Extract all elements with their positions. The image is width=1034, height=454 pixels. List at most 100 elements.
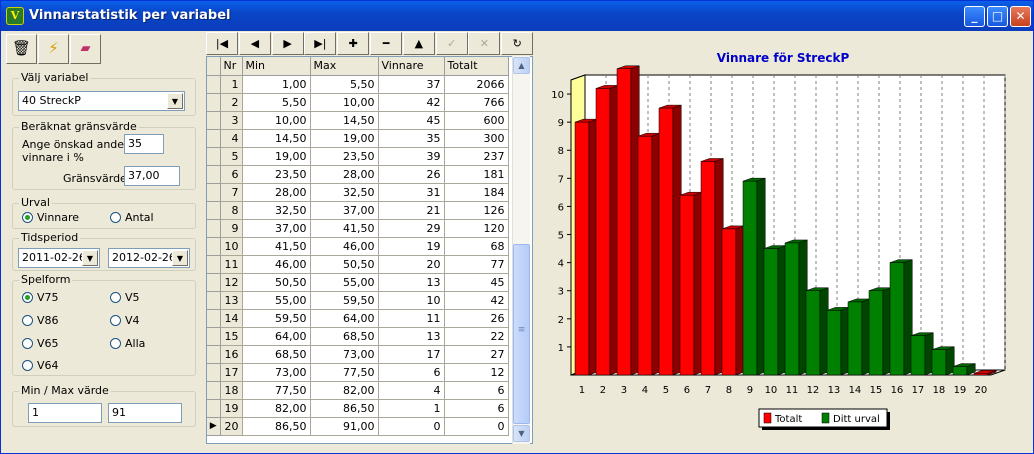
table-cell[interactable]: 2066 xyxy=(444,75,509,94)
row-indicator[interactable] xyxy=(207,75,221,94)
table-row[interactable]: 12 50,50 55,00 13 45 xyxy=(207,273,509,292)
lightning-tool-button[interactable]: ⚡ xyxy=(38,34,69,64)
table-cell[interactable]: 22 xyxy=(444,327,509,346)
nav-edit-button[interactable]: ▲ xyxy=(402,32,435,55)
date-from-picker[interactable]: 2011-02-26 ▼ xyxy=(18,248,100,268)
table-row[interactable]: 8 32,50 37,00 21 126 xyxy=(207,201,509,220)
table-cell[interactable]: 19 xyxy=(378,237,445,256)
table-cell[interactable]: 4 xyxy=(378,381,445,400)
scroll-down-arrow-icon[interactable]: ▼ xyxy=(513,425,530,442)
table-cell[interactable]: 5,50 xyxy=(310,75,379,94)
nav-cancel-button[interactable]: ✕ xyxy=(468,32,501,55)
chevron-down-icon[interactable]: ▼ xyxy=(82,250,98,266)
close-button[interactable]: ✕ xyxy=(1010,6,1031,27)
table-cell[interactable]: 126 xyxy=(444,201,509,220)
table-cell[interactable]: 8 xyxy=(220,201,243,220)
table-row[interactable]: 11 46,00 50,50 20 77 xyxy=(207,255,509,274)
row-indicator[interactable] xyxy=(207,273,221,292)
table-cell[interactable]: 766 xyxy=(444,93,509,112)
table-cell[interactable]: 10 xyxy=(378,291,445,310)
table-row[interactable]: 10 41,50 46,00 19 68 xyxy=(207,237,509,256)
table-cell[interactable]: 20 xyxy=(220,417,243,436)
table-cell[interactable]: 26 xyxy=(378,165,445,184)
table-row[interactable]: 19 82,00 86,50 1 6 xyxy=(207,399,509,418)
row-indicator[interactable] xyxy=(207,237,221,256)
table-cell[interactable]: 23,50 xyxy=(310,147,379,166)
row-indicator[interactable] xyxy=(207,255,221,274)
table-cell[interactable]: 73,00 xyxy=(310,345,379,364)
nav-refresh-button[interactable]: ↻ xyxy=(501,32,534,55)
column-header-vinnare[interactable]: Vinnare xyxy=(378,57,445,76)
table-row[interactable]: 4 14,50 19,00 35 300 xyxy=(207,129,509,148)
table-cell[interactable]: 41,50 xyxy=(242,237,311,256)
grid-vertical-scrollbar[interactable]: ▲ ≡ ▼ xyxy=(512,56,530,444)
table-cell[interactable]: 29 xyxy=(378,219,445,238)
table-cell[interactable]: 0 xyxy=(444,417,509,436)
table-row[interactable]: 15 64,00 68,50 13 22 xyxy=(207,327,509,346)
minimize-button[interactable]: _ xyxy=(964,6,985,27)
table-cell[interactable]: 10,00 xyxy=(242,111,311,130)
row-indicator[interactable] xyxy=(207,345,221,364)
table-row[interactable]: 18 77,50 82,00 4 6 xyxy=(207,381,509,400)
table-cell[interactable]: 17 xyxy=(378,345,445,364)
table-row[interactable]: 14 59,50 64,00 11 26 xyxy=(207,309,509,328)
radio-alla[interactable]: Alla xyxy=(110,337,145,350)
table-cell[interactable]: 68,50 xyxy=(310,327,379,346)
row-indicator[interactable] xyxy=(207,147,221,166)
table-cell[interactable]: 14,50 xyxy=(310,111,379,130)
radio-v65[interactable]: V65 xyxy=(22,337,59,350)
row-indicator[interactable] xyxy=(207,129,221,148)
eraser-tool-button[interactable]: ▰ xyxy=(70,34,101,64)
table-cell[interactable]: 37,00 xyxy=(242,219,311,238)
row-indicator[interactable] xyxy=(207,381,221,400)
table-cell[interactable]: 19,00 xyxy=(310,129,379,148)
chevron-down-icon[interactable]: ▼ xyxy=(167,93,183,109)
table-cell[interactable]: 17 xyxy=(220,363,243,382)
table-cell[interactable]: 237 xyxy=(444,147,509,166)
table-cell[interactable]: 73,00 xyxy=(242,363,311,382)
table-cell[interactable]: 2 xyxy=(220,93,243,112)
nav-delete-button[interactable]: ━ xyxy=(370,32,402,55)
table-cell[interactable]: 45 xyxy=(444,273,509,292)
table-cell[interactable]: 77,50 xyxy=(242,381,311,400)
table-cell[interactable]: 77,50 xyxy=(310,363,379,382)
table-cell[interactable]: 32,50 xyxy=(242,201,311,220)
table-cell[interactable]: 120 xyxy=(444,219,509,238)
table-cell[interactable]: 91,00 xyxy=(310,417,379,436)
radio-v86[interactable]: V86 xyxy=(22,314,59,327)
max-value-input[interactable]: 91 xyxy=(108,403,182,423)
table-row[interactable]: 5 19,00 23,50 39 237 xyxy=(207,147,509,166)
nav-first-button[interactable]: |◀ xyxy=(206,32,238,55)
nav-next-button[interactable]: ▶ xyxy=(271,32,304,55)
table-row[interactable]: 7 28,00 32,50 31 184 xyxy=(207,183,509,202)
table-cell[interactable]: 3 xyxy=(220,111,243,130)
table-cell[interactable]: 50,50 xyxy=(310,255,379,274)
column-header-min[interactable]: Min xyxy=(242,57,311,76)
row-indicator[interactable] xyxy=(207,309,221,328)
table-cell[interactable]: 23,50 xyxy=(242,165,311,184)
table-cell[interactable]: 64,00 xyxy=(242,327,311,346)
table-row[interactable]: 16 68,50 73,00 17 27 xyxy=(207,345,509,364)
table-cell[interactable]: 9 xyxy=(220,219,243,238)
row-indicator[interactable] xyxy=(207,399,221,418)
table-cell[interactable]: 31 xyxy=(378,183,445,202)
table-cell[interactable]: 6 xyxy=(444,399,509,418)
table-cell[interactable]: 16 xyxy=(220,345,243,364)
table-cell[interactable]: 28,00 xyxy=(242,183,311,202)
table-row[interactable]: 3 10,00 14,50 45 600 xyxy=(207,111,509,130)
table-cell[interactable]: 600 xyxy=(444,111,509,130)
table-cell[interactable]: 41,50 xyxy=(310,219,379,238)
table-cell[interactable]: 14 xyxy=(220,309,243,328)
table-cell[interactable]: 50,50 xyxy=(242,273,311,292)
table-cell[interactable]: 39 xyxy=(378,147,445,166)
row-indicator[interactable]: ▶ xyxy=(207,417,221,436)
table-cell[interactable]: 35 xyxy=(378,129,445,148)
table-cell[interactable]: 21 xyxy=(378,201,445,220)
trashcan-tool-button[interactable]: 🗑 xyxy=(6,34,37,64)
table-cell[interactable]: 55,00 xyxy=(310,273,379,292)
table-cell[interactable]: 59,50 xyxy=(310,291,379,310)
table-cell[interactable]: 26 xyxy=(444,309,509,328)
column-header-nr[interactable]: Nr xyxy=(220,57,243,76)
table-cell[interactable]: 45 xyxy=(378,111,445,130)
table-cell[interactable]: 68,50 xyxy=(242,345,311,364)
